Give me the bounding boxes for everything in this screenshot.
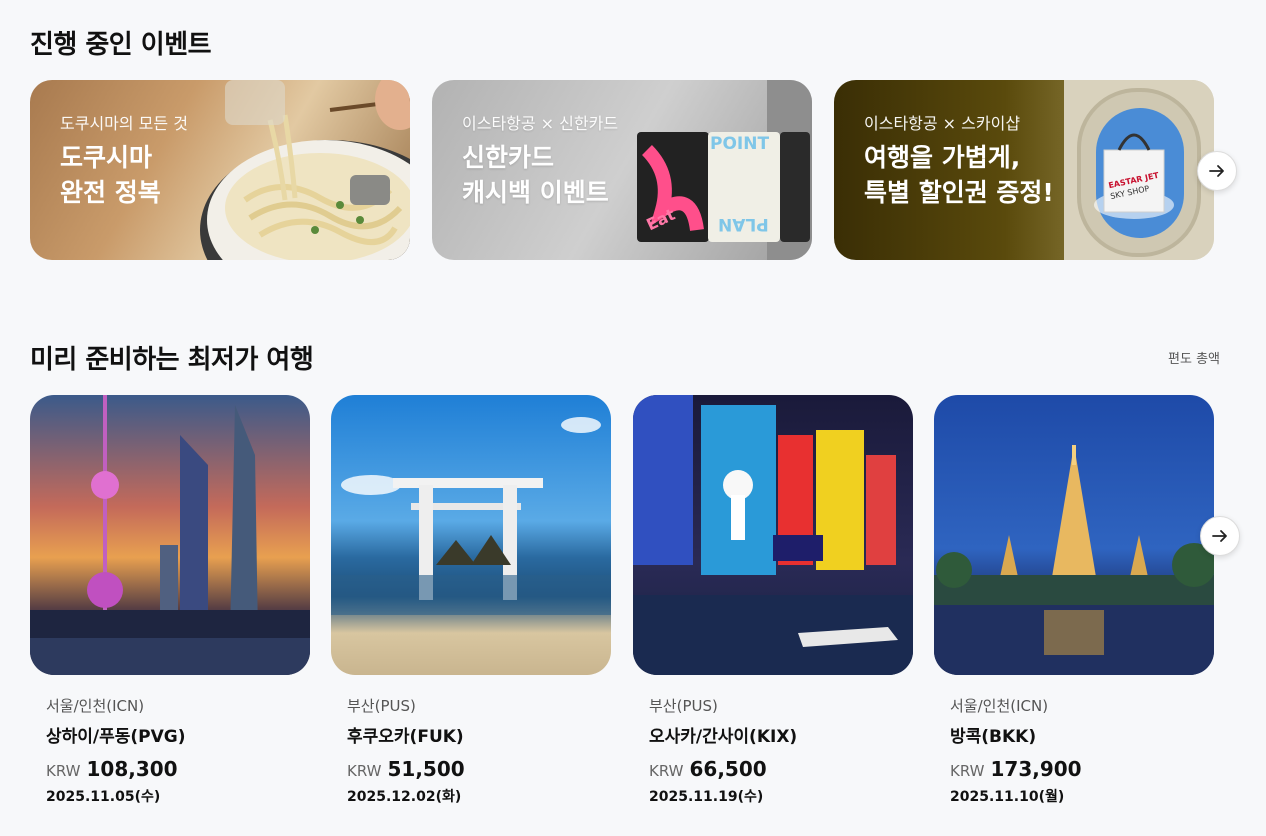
price: KRW 173,900 — [950, 757, 1082, 781]
banner-subtitle: 이스타항공 × 신한카드 — [462, 114, 619, 133]
destination-photo — [934, 395, 1214, 675]
banner-subtitle: 이스타항공 × 스카이샵 — [864, 114, 1021, 133]
fare-type-note: 편도 총액 — [1168, 352, 1220, 367]
deal-card-bangkok[interactable]: 서울/인천(ICN) 방콕(BKK) KRW 173,900 2025.11.10… — [934, 395, 1214, 806]
price: KRW 51,500 — [347, 757, 465, 781]
origin-airport: 서울/인천(ICN) — [950, 697, 1049, 715]
card-art-text: PLAN — [718, 214, 769, 234]
departure-date: 2025.12.02(화) — [347, 789, 462, 805]
deal-card-shanghai[interactable]: 서울/인천(ICN) 상하이/푸동(PVG) KRW 108,300 2025.1… — [30, 395, 310, 806]
departure-date: 2025.11.05(수) — [46, 789, 161, 805]
destination-airport: 방콕(BKK) — [950, 727, 1037, 747]
departure-date: 2025.11.19(수) — [649, 789, 764, 805]
deal-card-fukuoka[interactable]: 부산(PUS) 후쿠오카(FUK) KRW 51,500 2025.12.02(화… — [331, 395, 611, 806]
destination-airport: 오사카/간사이(KIX) — [649, 727, 798, 747]
banner-headline: 신한카드 캐시백 이벤트 — [462, 143, 609, 207]
arrow-right-icon — [1212, 530, 1227, 542]
deals-section-title: 미리 준비하는 최저가 여행 — [30, 345, 314, 375]
events-section-title: 진행 중인 이벤트 — [30, 30, 212, 60]
event-banner-shinhan-card[interactable]: Eat POINT PLAN 이스타항공 × 신한카드 신한카드 캐시백 이벤트 — [432, 80, 812, 260]
destination-photo — [30, 395, 310, 675]
banner-subtitle: 도쿠시마의 모든 것 — [60, 114, 188, 133]
event-banner-sky-shop[interactable]: EASTAR JET SKY SHOP 이스타항공 × 스카이샵 여행을 가볍게… — [834, 80, 1214, 260]
origin-airport: 서울/인천(ICN) — [46, 697, 145, 715]
deals-next-button[interactable] — [1200, 516, 1240, 556]
destination-airport: 후쿠오카(FUK) — [347, 727, 464, 747]
destination-photo — [331, 395, 611, 675]
events-next-button[interactable] — [1197, 151, 1237, 191]
origin-airport: 부산(PUS) — [649, 697, 718, 715]
banner-headline: 도쿠시마 완전 정복 — [60, 143, 161, 207]
destination-photo — [633, 395, 913, 675]
price: KRW 108,300 — [46, 757, 178, 781]
deal-card-osaka[interactable]: 부산(PUS) 오사카/간사이(KIX) KRW 66,500 2025.11.1… — [633, 395, 913, 806]
price: KRW 66,500 — [649, 757, 767, 781]
origin-airport: 부산(PUS) — [347, 697, 416, 715]
card-art-text: POINT — [710, 134, 770, 154]
event-banner-tokushima[interactable]: 도쿠시마의 모든 것 도쿠시마 완전 정복 — [30, 80, 410, 260]
destination-airport: 상하이/푸동(PVG) — [46, 727, 186, 747]
banner-headline: 여행을 가볍게, 특별 할인권 증정! — [864, 143, 1054, 207]
arrow-right-icon — [1209, 165, 1224, 177]
departure-date: 2025.11.10(월) — [950, 789, 1065, 805]
